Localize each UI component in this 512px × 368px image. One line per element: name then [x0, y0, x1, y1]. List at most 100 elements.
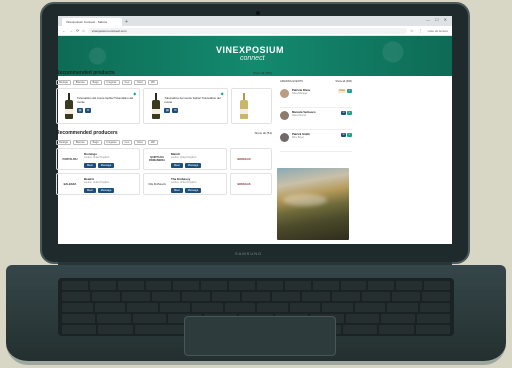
meet-button[interactable]: Meet [171, 163, 183, 168]
browser-tab[interactable]: Vinexposium Connect · Salons [62, 18, 122, 26]
producers-filters: Rédéga Blancas Baga Fregante Geo More 2R… [56, 140, 272, 145]
vineyard-photo [277, 168, 349, 240]
products-header: Recommended products Show all (656) [56, 70, 272, 78]
site-logo-sub: connect [240, 55, 265, 62]
filter-chip[interactable]: More [134, 140, 146, 145]
meet-button[interactable]: Meet [84, 188, 96, 193]
filter-chip[interactable]: 2RI [147, 80, 158, 85]
site-logo[interactable]: VINEXPOSIUM [216, 45, 284, 55]
message-button[interactable]: Message [184, 163, 202, 168]
producer-name: The Embassy [171, 177, 191, 181]
filter-chip[interactable]: More [134, 80, 146, 85]
attendee-role: Sales Manager [292, 93, 308, 95]
address-bar: ← → ⟳ ⌂ vinexposium-connect.com ☆ ⋮ List… [58, 26, 452, 36]
webcam-icon [256, 11, 260, 15]
connect-icon[interactable]: + [347, 133, 352, 137]
product-message-button[interactable]: ✉ [172, 108, 179, 113]
filter-chip[interactable]: Rédéga [56, 140, 71, 145]
producer-logo: PORTALIDU [62, 157, 78, 161]
home-icon[interactable]: ⌂ [82, 28, 84, 33]
touchpad[interactable] [184, 316, 336, 356]
producer-card[interactable]: BODEGAS [230, 173, 272, 195]
producer-card[interactable]: PORTALIDU Domingo London, United Kingdom… [56, 148, 140, 170]
toolbar-icons[interactable]: ☆ ⋮ [410, 28, 425, 33]
bookmark-icon[interactable]: ◆ [221, 91, 224, 96]
product-details-button[interactable]: ▤ [77, 108, 83, 113]
producer-card[interactable]: Villa Stoffaiuolo The Embassy London, Un… [143, 173, 227, 195]
meet-button[interactable]: Meet [84, 163, 96, 168]
main-content: Recommended products Show all (656) Rédé… [56, 70, 273, 195]
attendee-row[interactable]: Patrick Smith Wine Buyer ✉ + [280, 130, 352, 152]
producers-show-all-link[interactable]: Show all (54) [254, 131, 272, 135]
products-row: Tulumattino del monte Isphiel Tulumattin… [56, 88, 273, 124]
producer-location: London, United Kingdom [171, 157, 197, 159]
producer-location: London, United Kingdom [84, 157, 110, 159]
filter-chip[interactable]: Geo [121, 140, 133, 145]
forward-icon[interactable]: → [69, 28, 73, 33]
product-details-button[interactable]: ▤ [164, 108, 171, 113]
producer-logo: Villa Stoffaiuolo [148, 182, 166, 186]
url-input[interactable]: vinexposium-connect.com [87, 27, 407, 34]
new-tab-icon[interactable]: + [122, 18, 128, 26]
producers-header: Recommended producers Show all (54) [56, 130, 272, 138]
bookmark-icon[interactable]: ◆ [133, 91, 136, 96]
products-filters: Rédéga Blancas Baga Fregante Geo More 2R… [56, 80, 272, 85]
producer-card[interactable]: BODEGAS [230, 148, 272, 170]
product-card[interactable]: Tulumattino del monte Isphiel Tulumattin… [56, 88, 141, 124]
filter-chip[interactable]: Rédéga [56, 80, 71, 85]
filter-chip[interactable]: Baga [89, 80, 102, 85]
message-icon[interactable]: ✉ [341, 133, 346, 137]
producer-name: Mandi [171, 152, 180, 156]
product-message-button[interactable]: ✉ [85, 108, 91, 113]
producer-logo: BODEGAS [237, 182, 251, 186]
attendee-row[interactable]: Patricia Rivas Sales Manager Chat + [280, 86, 352, 108]
reading-list-link[interactable]: Liste de lecture [428, 29, 448, 33]
attendee-name: Patricia Rivas [292, 88, 311, 92]
avatar [280, 133, 289, 142]
browser-tab-bar: Vinexposium Connect · Salons + — ☐ ✕ [58, 16, 452, 26]
filter-chip[interactable]: Baga [89, 140, 102, 145]
connect-icon[interactable]: + [347, 111, 352, 115]
filter-chip[interactable]: Blancas [72, 140, 88, 145]
message-icon[interactable]: ✉ [341, 111, 346, 115]
attendee-role: Wine Buyer [292, 137, 304, 139]
attendee-name: Marcela Verbasco [292, 110, 316, 114]
products-show-all-link[interactable]: Show all (656) [253, 71, 272, 75]
filter-chip[interactable]: Blancas [72, 80, 88, 85]
message-button[interactable]: Message [97, 163, 115, 168]
attendees-sidebar: AMAZING EVENTS Show all (366) Patricia R… [280, 80, 352, 152]
producer-name: Beatriz [84, 177, 95, 181]
product-name: Tulumattino del monte Isphiel Tulumattin… [164, 96, 221, 104]
product-name: Tulumattino del monte Isphiel Tulumattin… [77, 96, 134, 104]
producer-card[interactable]: QUINTA DA ROMANEIRA Mandi London, United… [143, 148, 227, 170]
producers-section: Recommended producers Show all (54) Rédé… [56, 130, 272, 195]
filter-chip[interactable]: Geo [121, 80, 133, 85]
back-icon[interactable]: ← [62, 28, 66, 33]
message-button[interactable]: Message [184, 188, 202, 193]
producer-location: London, United Kingdom [84, 182, 110, 184]
products-title: Recommended products [56, 70, 115, 76]
producer-logo: QUINTA DA ROMANEIRA [149, 156, 165, 162]
wine-bottle-icon [65, 93, 73, 119]
wine-bottle-icon [239, 93, 248, 119]
producer-name: Domingo [84, 152, 97, 156]
chat-tag[interactable]: Chat [338, 89, 346, 93]
window-controls[interactable]: — ☐ ✕ [426, 17, 449, 22]
connect-icon[interactable]: + [347, 89, 352, 93]
attendee-name: Patrick Smith [292, 132, 310, 136]
meet-button[interactable]: Meet [171, 188, 183, 193]
product-card[interactable] [230, 88, 273, 124]
producers-grid: PORTALIDU Domingo London, United Kingdom… [56, 148, 272, 195]
attendee-row[interactable]: Marcela Verbasco Sales Director ✉ + [280, 108, 352, 130]
producers-title: Recommended producers [56, 130, 118, 136]
device-brand-label: SAMSUNG [235, 251, 263, 256]
filter-chip[interactable]: 2RI [147, 140, 158, 145]
avatar [280, 89, 289, 98]
filter-chip[interactable]: Fregante [103, 140, 120, 145]
producer-card[interactable]: BALBARA Beatriz London, United Kingdom M… [56, 173, 140, 195]
product-card[interactable]: Tulumattino del monte Isphiel Tulumattin… [143, 88, 228, 124]
reload-icon[interactable]: ⟳ [76, 28, 79, 33]
producer-logo: BALBARA [63, 182, 77, 186]
message-button[interactable]: Message [97, 188, 115, 193]
filter-chip[interactable]: Fregante [103, 80, 120, 85]
